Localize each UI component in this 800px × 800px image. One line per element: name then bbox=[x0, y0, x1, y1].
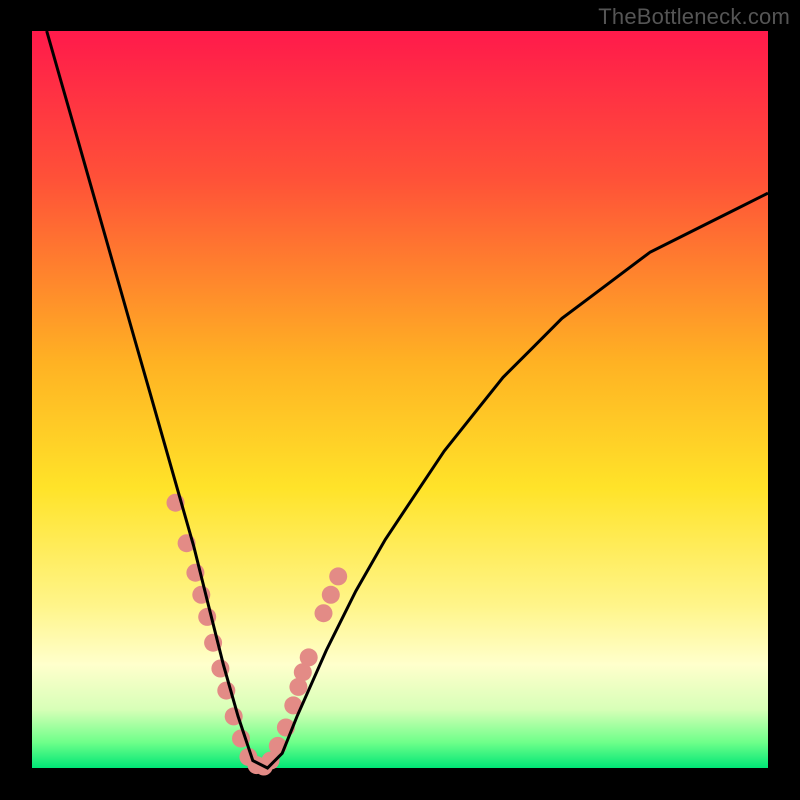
marker-dot bbox=[322, 586, 340, 604]
chart-stage: TheBottleneck.com bbox=[0, 0, 800, 800]
marker-dot bbox=[300, 648, 318, 666]
gradient-background bbox=[32, 31, 768, 768]
marker-dot bbox=[329, 567, 347, 585]
marker-dot bbox=[315, 604, 333, 622]
bottleneck-chart bbox=[0, 0, 800, 800]
watermark-text: TheBottleneck.com bbox=[598, 4, 790, 30]
